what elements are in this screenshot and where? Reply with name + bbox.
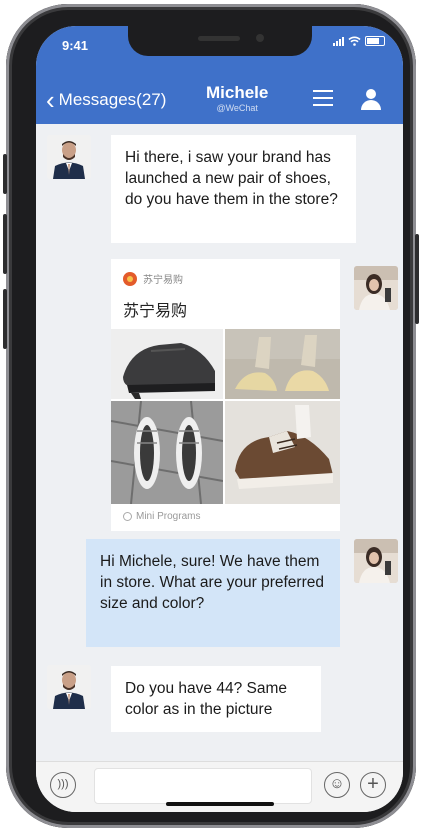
michele-avatar[interactable]: [354, 539, 398, 583]
home-indicator[interactable]: [166, 802, 274, 806]
speaker: [198, 36, 240, 41]
message-bubble[interactable]: Do you have 44? Same color as in the pic…: [111, 666, 321, 732]
customer-avatar[interactable]: [47, 135, 91, 179]
message-text: Hi there, i saw your brand has launched …: [125, 149, 338, 208]
product-photo: [111, 329, 223, 399]
front-camera: [256, 34, 264, 42]
back-label: Messages(27): [58, 90, 167, 109]
menu-icon[interactable]: [313, 90, 333, 111]
card-footer-label: Mini Programs: [136, 511, 201, 522]
card-brand-name: 苏宁易购: [143, 275, 183, 286]
brand-logo-icon: [123, 271, 137, 286]
status-icons: [333, 36, 385, 46]
back-button[interactable]: ‹ Messages(27): [46, 85, 167, 115]
battery-icon: [365, 36, 385, 46]
volume-down-button: [3, 289, 7, 349]
signal-icon: [333, 36, 344, 46]
volume-up-button: [3, 214, 7, 274]
notch: [128, 26, 312, 56]
power-button: [415, 234, 419, 324]
message-text: Do you have 44? Same color as in the pic…: [125, 680, 287, 718]
message-input[interactable]: [94, 768, 312, 804]
product-photo: [111, 401, 223, 504]
profile-icon[interactable]: [360, 89, 382, 111]
card-footer: Mini Programs: [123, 511, 200, 522]
phone-screen: 9:41 ‹ Messages(27) Michele @WeChat Hi t…: [36, 26, 403, 812]
card-title: 苏宁易购: [123, 303, 188, 320]
contact-name: Michele: [206, 83, 269, 102]
card-brand: 苏宁易购: [123, 271, 183, 286]
michele-avatar[interactable]: [354, 266, 398, 310]
phone-frame: 9:41 ‹ Messages(27) Michele @WeChat Hi t…: [3, 4, 419, 828]
status-time: 9:41: [62, 38, 89, 53]
message-text: Hi Michele, sure! We have them in store.…: [100, 553, 324, 612]
voice-icon[interactable]: ))): [50, 772, 76, 798]
plus-icon[interactable]: +: [360, 772, 386, 798]
emoji-icon[interactable]: ☺: [324, 772, 350, 798]
message-bubble[interactable]: Hi Michele, sure! We have them in store.…: [86, 539, 340, 647]
wifi-icon: [348, 36, 361, 46]
mini-program-card[interactable]: 苏宁易购 苏宁易购 Mini Programs: [111, 259, 340, 531]
customer-avatar[interactable]: [47, 665, 91, 709]
contact-subtitle: @WeChat: [216, 103, 258, 113]
mini-program-icon: [123, 512, 132, 521]
product-photo: [225, 401, 340, 504]
product-photo: [225, 329, 340, 399]
chat-title: Michele @WeChat: [206, 83, 268, 113]
product-photos: [111, 329, 340, 504]
side-button: [3, 154, 7, 194]
message-bubble[interactable]: Hi there, i saw your brand has launched …: [111, 135, 356, 243]
chevron-left-icon: ‹: [46, 85, 55, 115]
